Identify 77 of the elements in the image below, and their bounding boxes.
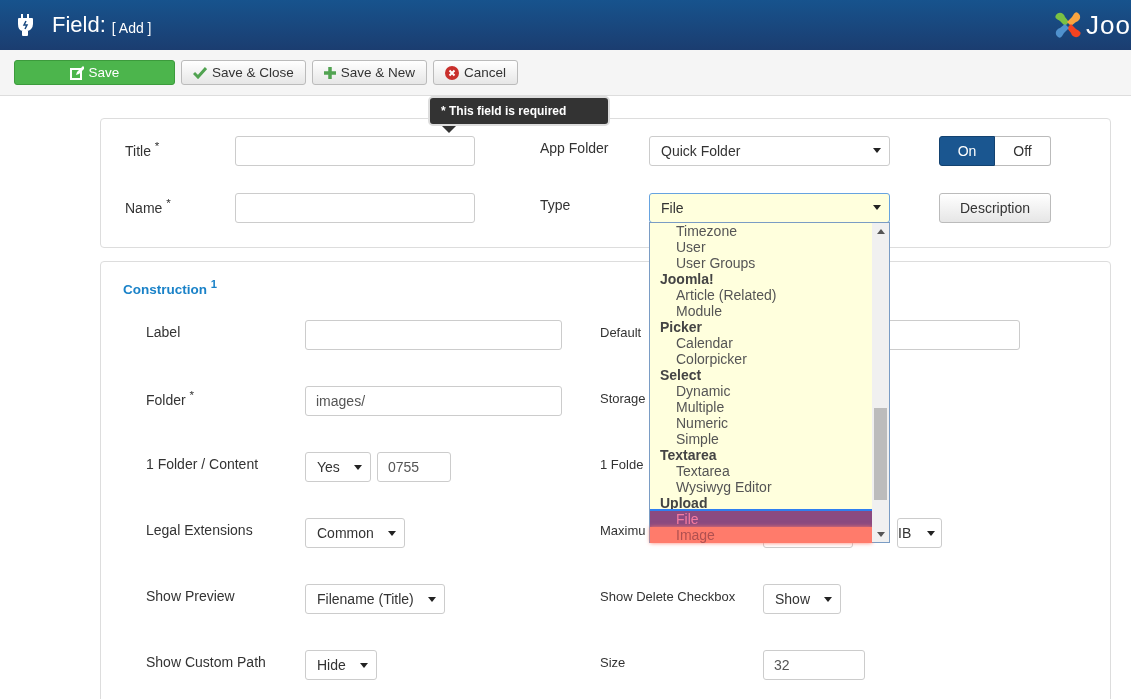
caret-icon	[387, 530, 396, 536]
scroll-down-icon[interactable]	[876, 531, 885, 537]
dropdown-select[interactable]: IB	[897, 518, 942, 548]
dropdown-option[interactable]: Colorpicker	[650, 350, 872, 367]
plus-icon	[323, 66, 336, 79]
dropdown-option[interactable]: Wysiwyg Editor	[650, 478, 872, 495]
field-label: Default	[600, 324, 642, 340]
field-label: App Folder	[540, 139, 610, 156]
page-title: Field:	[52, 12, 106, 38]
option-group-label: Textarea	[659, 446, 717, 463]
caret-icon	[427, 596, 436, 602]
dropdown-select[interactable]: Common	[305, 518, 405, 548]
text-input[interactable]: images/	[305, 386, 562, 416]
dropdown-option[interactable]: Simple	[650, 430, 872, 447]
scrollbar-thumb[interactable]	[874, 407, 887, 500]
field-label: Show Custom Path	[146, 654, 266, 670]
dropdown-select[interactable]: Hide	[305, 650, 377, 680]
field-label: Name $^{*}$	[125, 195, 172, 216]
caret-icon	[873, 205, 881, 210]
dropdown-option[interactable]: Module	[650, 302, 872, 319]
option-group-label: Upload	[659, 494, 708, 511]
description-button[interactable]: Description	[939, 192, 1051, 223]
field-label: Folder $^{*}$	[146, 388, 195, 408]
edit-icon	[69, 65, 84, 80]
option-group-label: Joomla!	[659, 270, 714, 287]
toolbar-button[interactable]: Save & New	[311, 60, 428, 85]
tooltip: * This field is required	[428, 96, 610, 126]
dropdown-option[interactable]: User Groups	[650, 254, 872, 271]
dropdown-select[interactable]: Filename (Title)	[305, 584, 445, 614]
dropdown-select[interactable]: Show	[763, 584, 842, 614]
toggle-button[interactable]: On	[939, 135, 995, 166]
caret-icon	[824, 596, 833, 602]
type-select[interactable]: File	[649, 192, 890, 223]
dropdown-option[interactable]: Textarea	[650, 462, 872, 479]
field-label: Legal Extensions	[146, 522, 253, 538]
logo-text: Joo	[1086, 9, 1131, 41]
field-label: 1 Folder / Content	[146, 456, 259, 472]
check-icon	[193, 66, 207, 79]
caret-icon	[354, 464, 362, 470]
field-label: Title $^{*}$	[125, 138, 161, 159]
dropdown-option[interactable]: Article (Related)	[650, 286, 872, 303]
field-label: Storage	[600, 390, 646, 406]
option-group-label: Select	[659, 366, 702, 383]
app-folder-select[interactable]: Quick Folder	[649, 135, 890, 166]
dropdown-select[interactable]: Yes	[305, 452, 371, 482]
caret-icon	[873, 148, 881, 153]
caret-icon	[927, 530, 935, 536]
dropdown-option[interactable]: Numeric	[650, 414, 872, 431]
text-input[interactable]: 32	[763, 650, 865, 680]
dropdown-option[interactable]: Timezone	[650, 222, 872, 239]
field-label: Show Preview	[146, 588, 235, 604]
close-icon	[445, 65, 460, 80]
title-input[interactable]	[235, 135, 475, 166]
dropdown-option[interactable]: Calendar	[650, 334, 872, 351]
field-label: Label	[146, 324, 181, 340]
field-label: 1 Folde	[600, 456, 644, 472]
toolbar-button[interactable]: Cancel	[433, 60, 519, 85]
field-label: Maximu	[600, 522, 646, 538]
field-label: Size	[600, 654, 626, 670]
toolbar-button[interactable]: Save & Close	[181, 60, 306, 85]
scroll-up-icon[interactable]	[876, 228, 885, 234]
name-input[interactable]	[235, 192, 475, 223]
toggle-button[interactable]: Off	[995, 135, 1051, 166]
field-label: Type	[540, 196, 572, 213]
page-subtitle: [ Add ]	[111, 20, 152, 36]
section-heading: Construction $^{1}$	[123, 278, 217, 299]
dropdown-option[interactable]: Dynamic	[650, 382, 872, 399]
plug-icon	[18, 13, 34, 37]
caret-icon	[359, 662, 368, 668]
scrollbar[interactable]	[872, 222, 889, 542]
dropdown-option[interactable]: Multiple	[650, 398, 872, 415]
option-group-label: Picker	[659, 318, 704, 335]
field-label: Show Delete Checkbox	[600, 588, 736, 604]
text-input[interactable]: 0755	[377, 452, 451, 482]
dropdown-option[interactable]: User	[650, 238, 872, 255]
text-input[interactable]	[305, 320, 562, 350]
tooltip-pointer-icon	[442, 126, 456, 133]
